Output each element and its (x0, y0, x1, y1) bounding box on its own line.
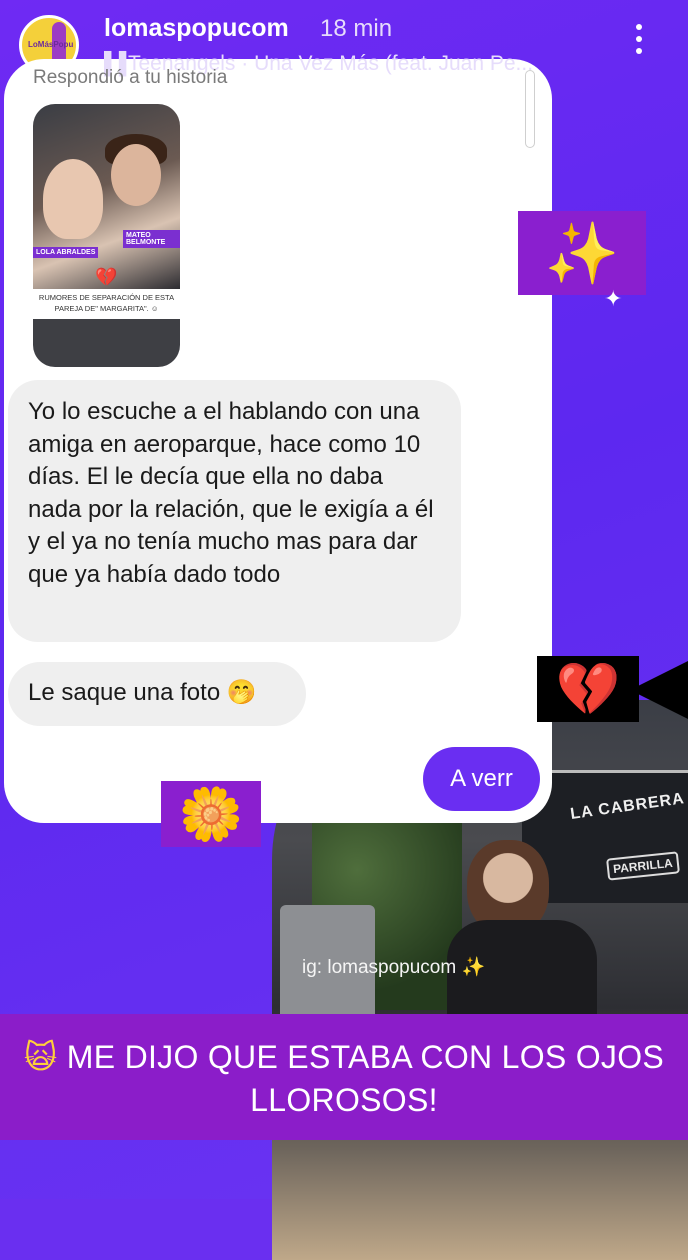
sparkles-sticker: ✨ (518, 211, 646, 295)
avatar-logo-text: LoMásPopu (28, 40, 74, 49)
message-bubble: Le saque una foto 🤭 (8, 662, 306, 726)
story-caption: RUMORES DE SEPARACIÓN DE ESTA PAREJA DE"… (38, 293, 175, 313)
story-label-right: MATEO BELMONTE (123, 230, 180, 248)
photo-watermark: ig: lomaspopucom ✨ (302, 957, 486, 978)
flower-sticker: 🌼 (161, 781, 261, 847)
broken-heart-icon: 💔 (95, 267, 118, 287)
caption-banner: 🙀 ME DIJO QUE ESTABA CON LOS OJOS LLOROS… (0, 1014, 688, 1140)
message-bubble: Yo lo escuche a el hablando con una amig… (8, 380, 461, 642)
replied-label: Respondió a tu historia (33, 67, 228, 88)
screaming-cat-icon: 🙀 (23, 1039, 58, 1075)
story-person-left (43, 159, 103, 239)
story-label-left: LOLA ABRALDES (33, 247, 99, 258)
sparkle-icon: ✦ (604, 286, 623, 311)
story-person-right (111, 144, 161, 206)
sent-message-bubble: A verr (423, 747, 540, 811)
story-preview[interactable]: LOLA ABRALDES MATEO BELMONTE 💔 RUMORES D… (33, 104, 180, 367)
post-time: 18 min (320, 15, 393, 42)
vertical-dots-icon[interactable] (636, 24, 652, 60)
story-bottom (33, 319, 180, 367)
username[interactable]: lomaspopucom (104, 14, 289, 43)
scrollbar[interactable] (525, 70, 535, 148)
broken-heart-sticker: 💔 (537, 656, 639, 722)
banner-text: ME DIJO QUE ESTABA CON LOS OJOS LLOROSOS… (66, 1039, 665, 1118)
